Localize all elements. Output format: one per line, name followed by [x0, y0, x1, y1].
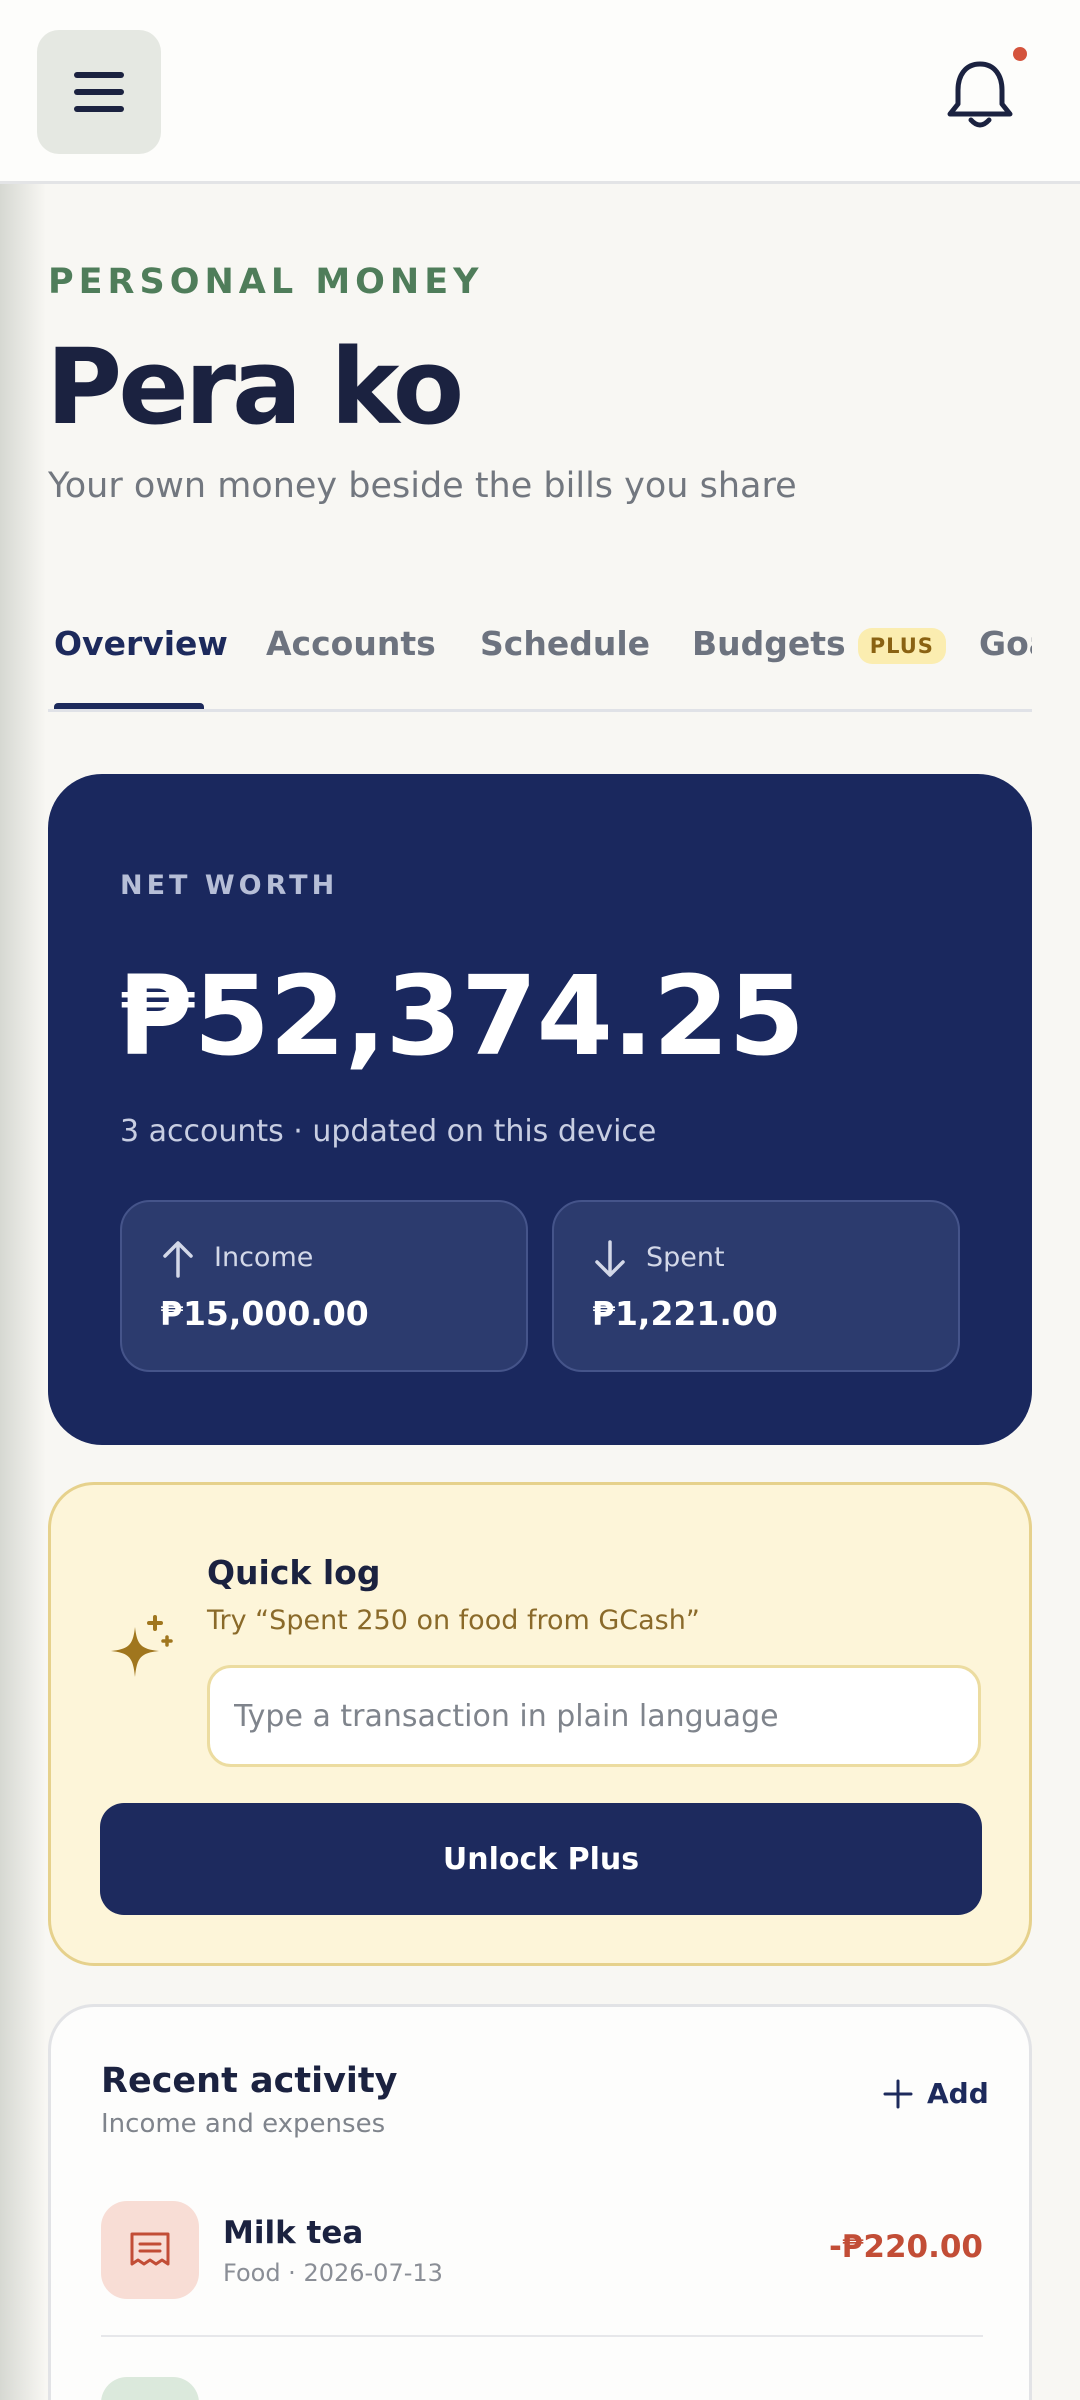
transaction-row[interactable] — [101, 2377, 983, 2400]
transaction-meta: Food · 2026-07-13 — [223, 2259, 443, 2287]
page-title: Pera ko — [46, 326, 464, 448]
quick-log-input[interactable] — [207, 1665, 981, 1767]
top-app-bar — [0, 0, 1080, 184]
receipt-icon — [130, 2232, 170, 2266]
quick-log-title: Quick log — [207, 1553, 381, 1592]
page-subtitle: Your own money beside the bills you shar… — [48, 466, 797, 506]
recent-activity-title: Recent activity — [101, 2061, 398, 2101]
menu-button[interactable] — [37, 30, 161, 154]
income-label: Income — [214, 1242, 314, 1273]
tab-goals[interactable]: Goals — [979, 624, 1032, 663]
add-transaction-button[interactable]: Add — [883, 2077, 989, 2110]
sparkle-icon — [111, 1615, 173, 1677]
row-divider — [101, 2335, 983, 2337]
quick-log-hint: Try “Spent 250 on food from GCash” — [207, 1605, 700, 1636]
tab-label: Schedule — [480, 624, 651, 663]
transaction-amount: -₱220.00 — [828, 2229, 983, 2265]
recent-activity-subtitle: Income and expenses — [101, 2109, 386, 2139]
quick-log-card: Quick log Try “Spent 250 on food from GC… — [48, 1482, 1032, 1966]
tab-label: Budgets — [692, 624, 846, 663]
bell-icon[interactable] — [945, 58, 1015, 130]
net-worth-subtitle: 3 accounts · updated on this device — [120, 1114, 657, 1149]
arrow-down-icon — [595, 1240, 625, 1277]
tab-accounts[interactable]: Accounts — [266, 624, 436, 663]
spent-label: Spent — [646, 1242, 725, 1273]
net-worth-card: NET WORTH ₱52,374.25 3 accounts · update… — [48, 774, 1032, 1445]
tab-budgets[interactable]: Budgets PLUS — [692, 624, 946, 664]
plus-icon — [883, 2079, 913, 2108]
tab-schedule[interactable]: Schedule — [480, 624, 650, 663]
tab-label: Goals — [979, 624, 1032, 663]
side-shadow — [0, 184, 46, 2400]
spent-value: ₱1,221.00 — [592, 1294, 778, 1333]
transaction-row[interactable]: Milk tea Food · 2026-07-13 -₱220.00 — [101, 2201, 983, 2331]
transaction-name: Milk tea — [223, 2215, 364, 2251]
recent-activity-card: Recent activity Income and expenses Add … — [48, 2004, 1032, 2400]
active-tab-indicator — [54, 703, 204, 709]
tab-label: Accounts — [266, 624, 436, 663]
transaction-category-badge — [101, 2377, 199, 2400]
net-worth-label: NET WORTH — [120, 870, 339, 901]
tab-overview[interactable]: Overview — [54, 624, 228, 663]
spent-summary[interactable]: Spent ₱1,221.00 — [552, 1200, 960, 1372]
hamburger-menu-icon — [74, 72, 124, 112]
transaction-category-badge — [101, 2201, 199, 2299]
arrow-up-icon — [163, 1241, 193, 1278]
tab-bar: Overview Accounts Schedule Budgets PLUS G… — [48, 610, 1032, 712]
tab-label: Overview — [54, 624, 228, 663]
section-eyebrow: PERSONAL MONEY — [48, 262, 484, 302]
income-value: ₱15,000.00 — [160, 1294, 369, 1333]
net-worth-value: ₱52,374.25 — [118, 952, 805, 1080]
add-label: Add — [927, 2077, 989, 2110]
income-summary[interactable]: Income ₱15,000.00 — [120, 1200, 528, 1372]
notification-dot — [1013, 47, 1027, 61]
unlock-plus-button[interactable]: Unlock Plus — [100, 1803, 982, 1915]
plus-badge: PLUS — [857, 627, 946, 664]
